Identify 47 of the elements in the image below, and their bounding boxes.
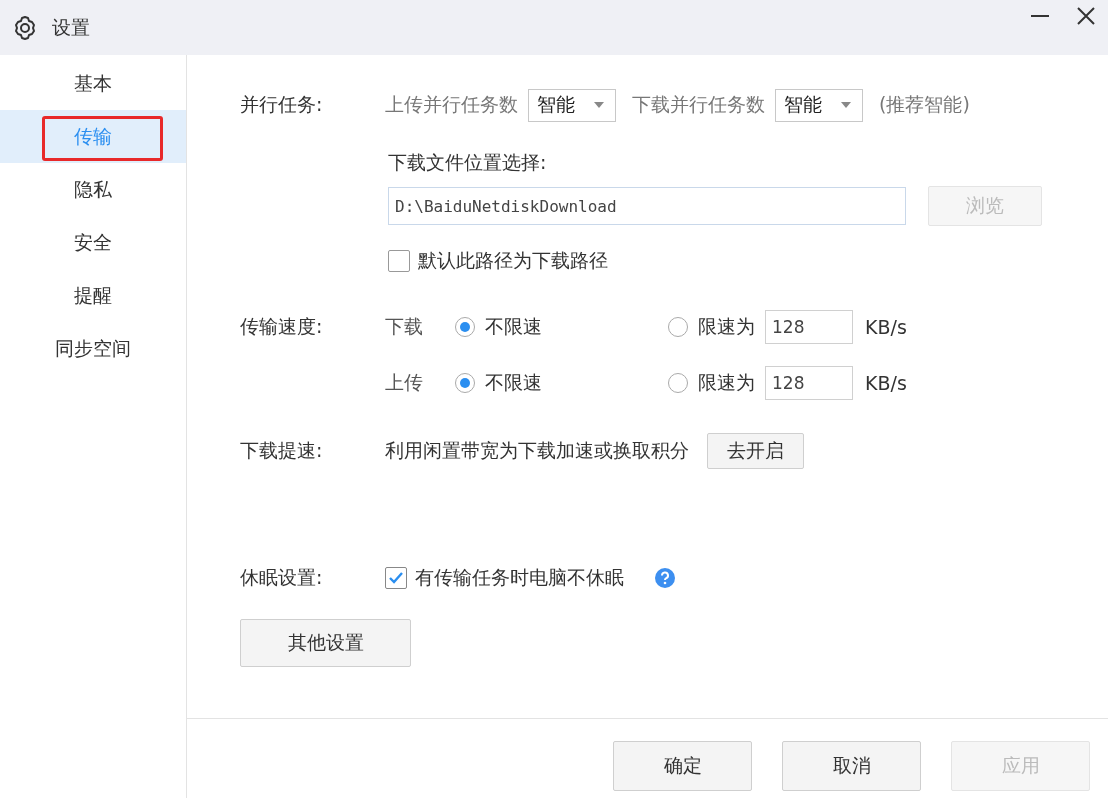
section-label: 并行任务: [240,92,324,117]
window-title: 设置 [52,14,90,40]
speed-limit-field[interactable]: 128 [765,310,853,344]
dialog-button[interactable]: 取消 [782,740,921,791]
dropdown[interactable]: 智能 [528,88,616,122]
radio-button[interactable] [455,317,475,337]
minimize-icon [1031,15,1049,17]
checkbox-label: 默认此路径为下载路径 [418,248,608,273]
field-label: 下载 [385,314,424,339]
radio-label: 不限速 [485,314,542,339]
field-label: 上传 [385,370,424,395]
checkbox[interactable] [385,567,407,589]
path-field[interactable]: D:\BaiduNetdiskDownload [388,187,906,225]
sidebar-item[interactable]: 安全 [0,216,186,269]
section-label: 下载提速: [240,438,324,463]
unit-label: KB/s [865,372,907,394]
hint-text: (推荐智能) [879,92,970,117]
radio-label: 不限速 [485,370,542,395]
other-settings-button[interactable]: 其他设置 [240,619,411,667]
radio-label: 限速为 [698,314,755,339]
checkbox[interactable] [388,250,410,272]
speed-limit-field[interactable]: 128 [765,366,853,400]
radio-button[interactable] [455,373,475,393]
radio-button[interactable] [668,373,688,393]
section-label: 传输速度: [240,314,324,339]
section-label: 休眠设置: [240,565,324,590]
caret-icon [593,101,605,109]
sidebar-item[interactable]: 基本 [0,57,186,110]
sidebar-item[interactable]: 隐私 [0,163,186,216]
enable-button[interactable]: 去开启 [707,433,804,469]
sidebar-item[interactable]: 同步空间 [0,322,186,375]
sidebar-item[interactable]: 提醒 [0,269,186,322]
caret-icon [840,101,852,109]
help-icon[interactable] [654,567,676,589]
unit-label: KB/s [865,316,907,338]
field-label: 下载文件位置选择: [388,150,548,175]
description-text: 利用闲置带宽为下载加速或换取积分 [385,438,689,463]
field-label: 下载并行任务数 [632,92,765,117]
checkbox-label: 有传输任务时电脑不休眠 [415,565,624,590]
radio-label: 限速为 [698,370,755,395]
settings-icon [12,14,38,41]
checkmark-icon [388,570,404,586]
dialog-button[interactable]: 确定 [613,740,752,791]
field-label: 上传并行任务数 [385,92,518,117]
radio-button[interactable] [668,317,688,337]
close-icon [1076,6,1096,26]
dropdown[interactable]: 智能 [775,88,863,122]
